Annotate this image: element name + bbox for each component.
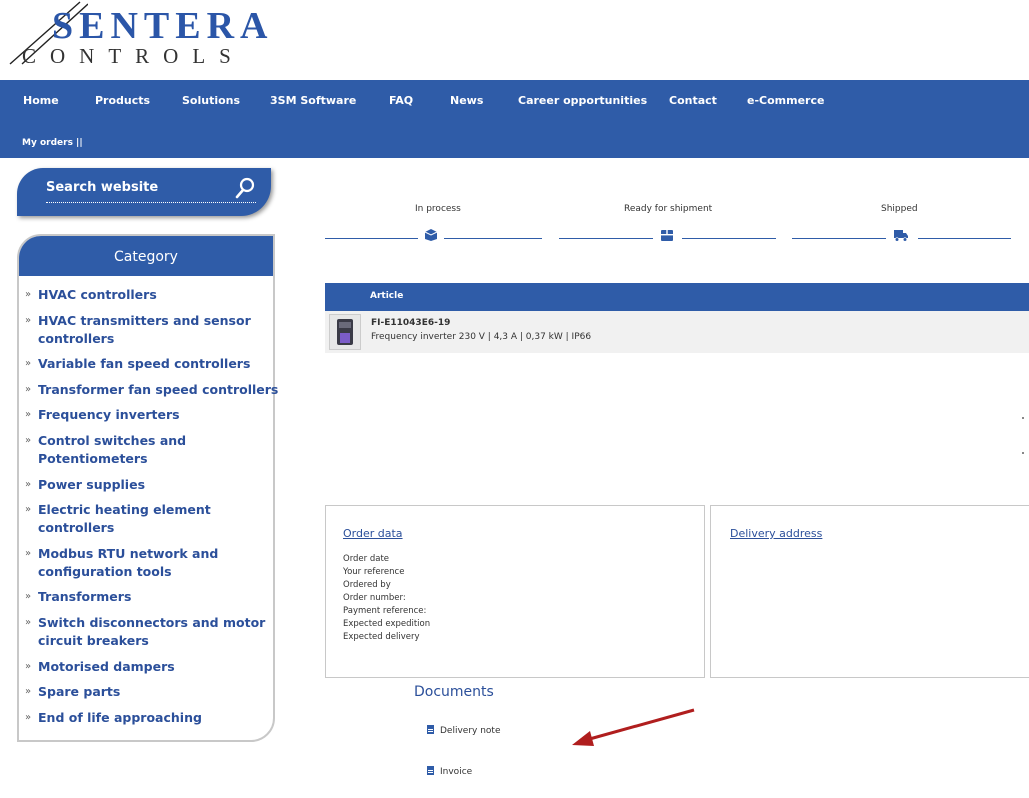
search-box[interactable]: Search website [17,168,271,216]
nav-news[interactable]: News [450,94,483,107]
category-item[interactable]: » Frequency inverters [25,406,285,424]
search-label: Search website [46,180,159,195]
bullet-arrow-icon: » [25,616,32,628]
bullet-arrow-icon: » [25,358,32,370]
product-thumbnail [329,314,361,350]
package-icon [661,230,673,241]
nav-faq[interactable]: FAQ [389,94,413,107]
invoice-link[interactable]: Invoice [427,766,472,777]
document-icon [427,725,434,734]
order-field-label: Expected delivery [343,632,420,642]
step-label-in-process: In process [415,204,461,214]
order-data-link[interactable]: Order data [343,527,403,540]
bullet-arrow-icon: » [25,547,32,559]
main-navigation: Home Products Solutions 3SM Software FAQ… [0,80,1029,158]
article-code: FI-E11043E6-19 [371,318,451,328]
bullet-arrow-icon: » [25,711,32,723]
nav-my-orders[interactable]: My orders || [22,138,83,148]
category-item[interactable]: » Motorised dampers [25,658,285,676]
category-panel: Category » HVAC controllers » HVAC transmi… [17,234,278,742]
article-table-header: Article [325,283,1029,311]
category-item[interactable]: » Electric heating element controllers [25,501,285,537]
bullet-arrow-icon: » [25,478,32,490]
bullet-arrow-icon: » [25,434,32,446]
truck-icon [894,230,908,242]
order-data-box: Order data Order date Your reference Ord… [325,505,705,678]
step-divider [918,238,1011,239]
bullet-arrow-icon: » [25,591,32,603]
category-item[interactable]: » Spare parts [25,683,285,701]
order-field-label: Payment reference: [343,606,427,616]
red-arrow-annotation [572,708,695,746]
order-field-label: Expected expedition [343,619,431,629]
frequency-inverter-image [337,319,353,345]
document-icon [427,766,434,775]
bullet-arrow-icon: » [25,383,32,395]
category-item[interactable]: » Modbus RTU network and configuration to… [25,545,285,581]
search-underline [46,202,256,203]
category-title: Category [19,236,273,276]
category-item[interactable]: » Control switches and Potentiometers [25,432,285,468]
step-divider [792,238,886,239]
step-divider [559,238,653,239]
nav-ecommerce[interactable]: e-Commerce [747,94,824,107]
logo-text-sentera: SENTERA [52,5,274,47]
search-icon[interactable] [235,177,255,199]
category-item[interactable]: » HVAC controllers [25,286,285,304]
delivery-note-link[interactable]: Delivery note [427,725,501,736]
step-label-ready-for-shipment: Ready for shipment [624,204,713,214]
category-item[interactable]: » HVAC transmitters and sensor controller… [25,312,285,348]
step-divider [325,238,418,239]
edge-mark [1022,452,1024,454]
step-label-shipped: Shipped [881,204,918,214]
order-field-label: Order date [343,554,390,564]
step-divider [682,238,776,239]
delivery-address-box: Delivery address [710,505,1029,678]
step-divider [444,238,542,239]
nav-career-opportunities[interactable]: Career opportunities [518,94,647,107]
category-item[interactable]: » Transformer fan speed controllers [25,381,285,399]
nav-3sm-software[interactable]: 3SM Software [270,94,356,107]
nav-products[interactable]: Products [95,94,150,107]
category-item[interactable]: » Variable fan speed controllers [25,355,285,373]
article-description: Frequency inverter 230 V | 4,3 A | 0,37 … [371,332,592,342]
delivery-address-link[interactable]: Delivery address [730,527,822,540]
documents-title: Documents [414,684,494,700]
table-row[interactable]: FI-E11043E6-19 Frequency inverter 230 V … [325,311,1029,353]
category-list: » HVAC controllers » HVAC transmitters and… [25,286,285,734]
bullet-arrow-icon: » [25,314,32,326]
sentera-logo[interactable]: SENTERA CONTROLS [8,0,278,75]
bullet-arrow-icon: » [25,660,32,672]
nav-contact[interactable]: Contact [669,94,717,107]
bullet-arrow-icon: » [25,504,32,516]
article-column-header: Article [370,291,404,301]
box-icon [424,229,438,241]
bullet-arrow-icon: » [25,289,32,300]
order-field-label: Order number: [343,593,406,603]
order-field-label: Ordered by [343,580,391,590]
category-item[interactable]: » Switch disconnectors and motor circuit … [25,614,285,650]
bullet-arrow-icon: » [25,409,32,421]
nav-home[interactable]: Home [23,94,59,107]
edge-mark [1022,417,1024,419]
nav-solutions[interactable]: Solutions [182,94,240,107]
category-item[interactable]: » Transformers [25,588,285,606]
order-field-label: Your reference [343,567,405,577]
logo-text-controls: CONTROLS [22,44,245,68]
bullet-arrow-icon: » [25,686,32,698]
category-item[interactable]: » Power supplies [25,476,285,494]
category-item[interactable]: » End of life approaching [25,709,285,727]
